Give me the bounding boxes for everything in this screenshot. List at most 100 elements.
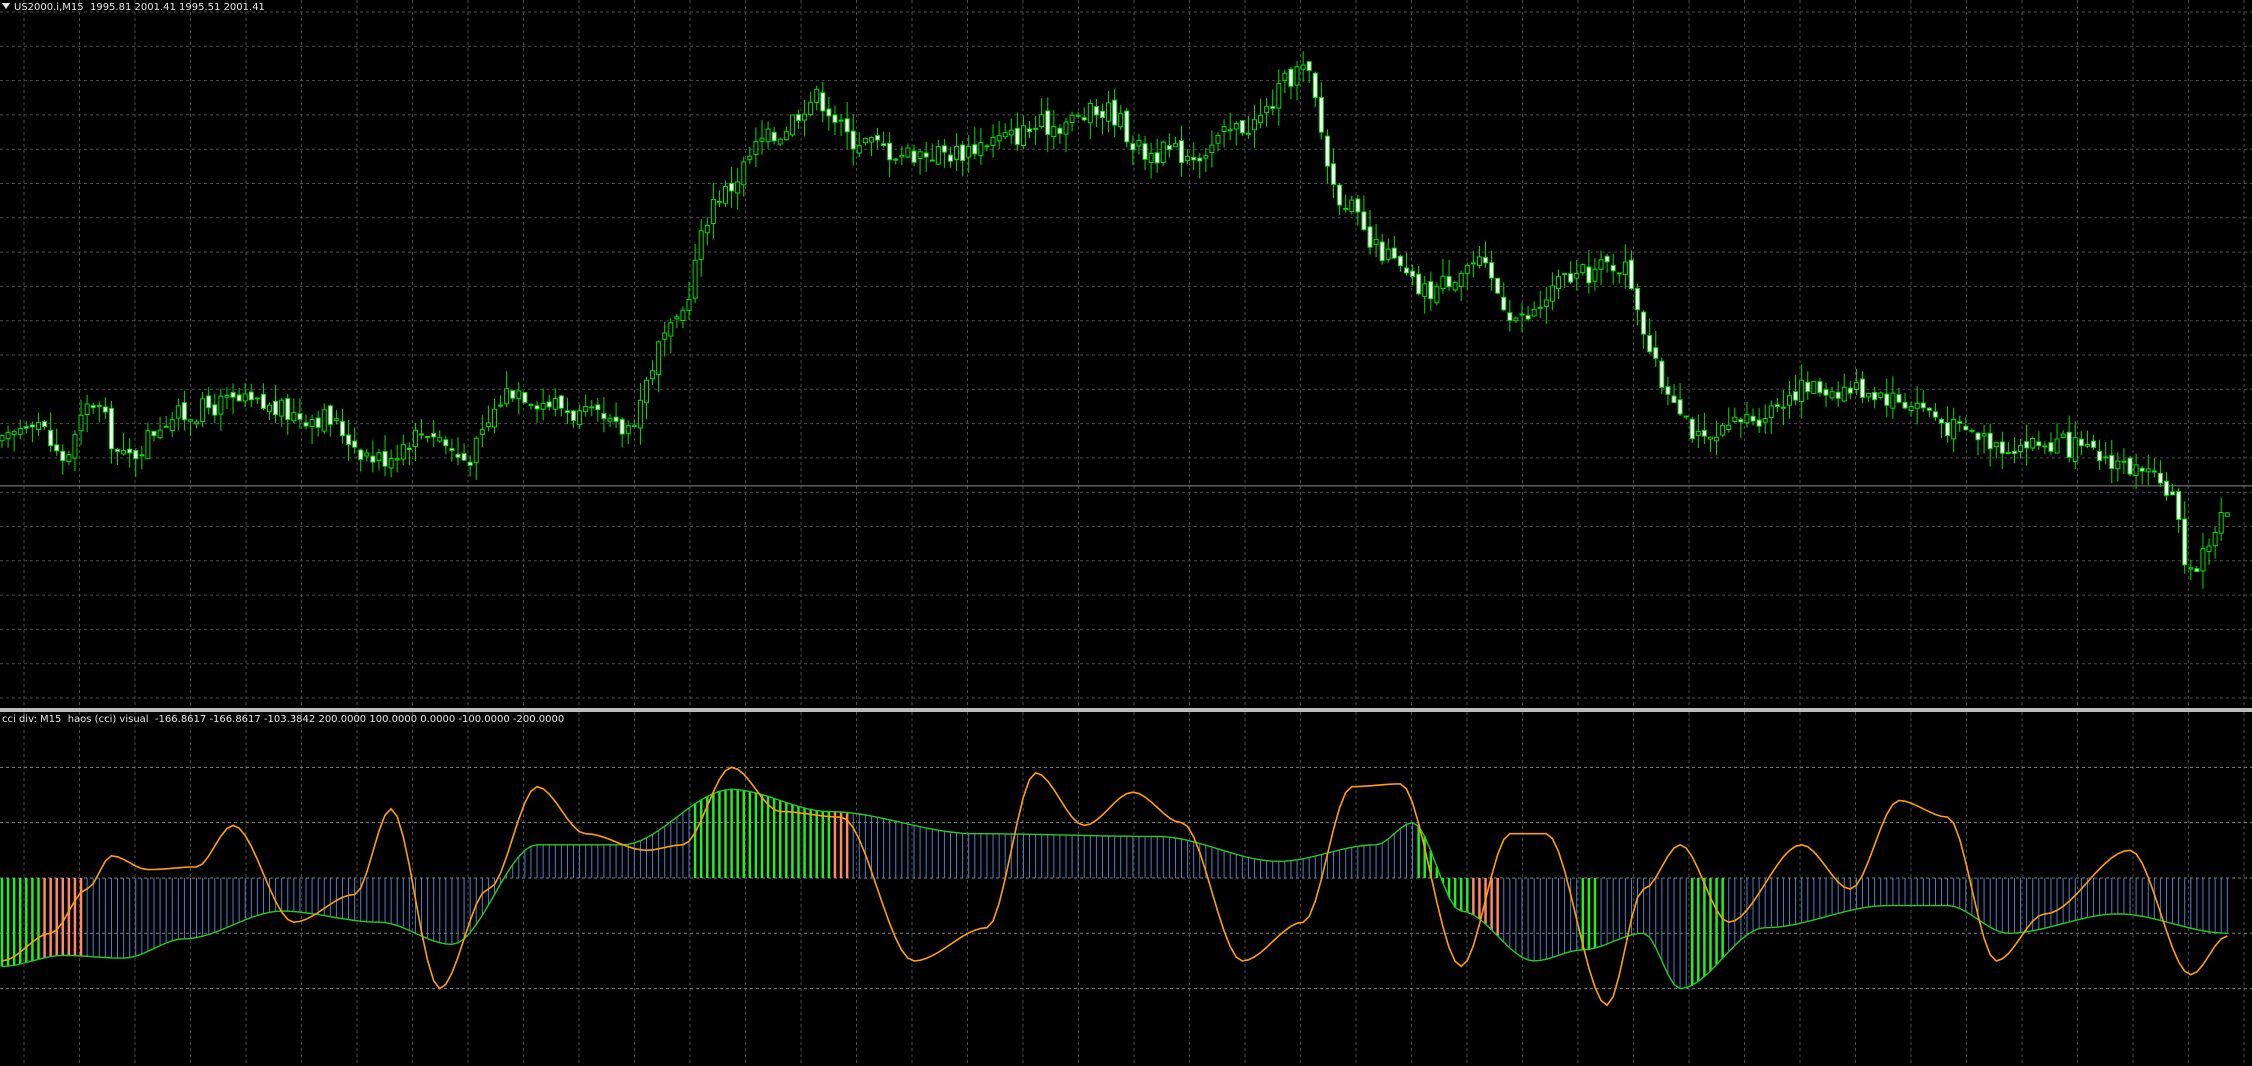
candlestick-chart <box>0 0 2252 708</box>
candle-body <box>583 405 589 413</box>
candle-body <box>1288 68 1294 87</box>
candle-body <box>127 448 133 454</box>
candle-body <box>66 454 72 463</box>
candle-body <box>96 404 102 407</box>
candle-body <box>90 405 96 409</box>
candle-body <box>1963 425 1969 431</box>
candle-body <box>692 259 698 299</box>
candle-body <box>2194 568 2200 573</box>
candle-body <box>1841 386 1847 402</box>
candles <box>0 51 2230 589</box>
candle-body <box>887 142 893 161</box>
candle-body <box>844 118 850 133</box>
candle-body <box>1489 262 1495 279</box>
candle-body <box>358 449 364 460</box>
candle-body <box>1884 393 1890 406</box>
candle-body <box>133 450 139 460</box>
candle-body <box>765 128 771 143</box>
candle-body <box>2121 460 2127 463</box>
candle-body <box>157 429 163 439</box>
candle-body <box>406 447 412 450</box>
candle-body <box>419 433 425 436</box>
candle-body <box>1744 413 1750 424</box>
candle-body <box>1501 296 1507 311</box>
candle-body <box>1920 402 1926 409</box>
candle-body <box>1555 276 1561 289</box>
candle-body <box>2018 445 2024 452</box>
candle-body <box>2182 518 2188 566</box>
candle-body <box>1811 380 1817 395</box>
collapse-triangle-icon <box>2 3 10 9</box>
signal-line <box>1 788 2228 990</box>
candle-body <box>2030 437 2036 449</box>
cci-histogram <box>0 789 2228 989</box>
candle-body <box>741 161 747 186</box>
candle-body <box>35 422 41 431</box>
candle-body <box>1677 399 1683 415</box>
candle-body <box>1014 127 1020 145</box>
indicator-pane[interactable]: cci div: M15 haos (cci) visual -166.8617… <box>0 712 2252 1066</box>
candle-body <box>1300 64 1306 70</box>
candle-body <box>72 433 78 459</box>
candle-body <box>1537 306 1543 309</box>
candle-body <box>2109 454 2115 469</box>
candle-body <box>1270 105 1276 109</box>
candle-body <box>1817 381 1823 394</box>
candle-body <box>698 230 704 260</box>
candle-body <box>729 182 735 192</box>
candle-body <box>388 458 394 469</box>
candle-body <box>650 370 656 380</box>
candle-body <box>1087 102 1093 124</box>
candle-body <box>838 119 844 122</box>
candle-body <box>1975 432 1981 441</box>
candle-body <box>716 200 722 204</box>
candle-body <box>2115 460 2121 470</box>
candle-body <box>1774 404 1780 408</box>
candle-body <box>1659 360 1665 388</box>
candle-body <box>1568 273 1574 283</box>
candle-body <box>1251 119 1257 131</box>
candle-body <box>1896 394 1902 403</box>
candle-body <box>2024 441 2030 449</box>
candle-body <box>1106 102 1112 122</box>
candle-body <box>1726 424 1732 430</box>
candle-body <box>808 101 814 116</box>
candle-body <box>1701 429 1707 437</box>
candle-body <box>321 409 327 432</box>
candle-body <box>1908 405 1914 411</box>
candle-body <box>42 421 48 427</box>
candle-body <box>1233 123 1239 130</box>
candle-body <box>11 431 17 436</box>
candle-body <box>710 199 716 225</box>
candle-body <box>145 430 151 460</box>
candle-body <box>2011 450 2017 455</box>
candle-body <box>1185 155 1191 162</box>
candle-body <box>747 155 753 161</box>
candle-body <box>2218 511 2224 534</box>
candle-body <box>674 316 680 320</box>
candle-body <box>723 185 729 204</box>
candle-body <box>60 450 66 462</box>
candle-body <box>212 404 218 416</box>
candle-body <box>169 419 175 431</box>
candle-body <box>2151 470 2157 473</box>
candle-body <box>1428 281 1434 300</box>
candle-body <box>1999 441 2005 454</box>
candle-body <box>108 407 114 450</box>
candle-body <box>783 131 789 141</box>
candle-body <box>1148 152 1154 163</box>
candle-body <box>279 399 285 417</box>
candle-body <box>631 424 637 428</box>
candle-body <box>382 450 388 467</box>
candle-body <box>1738 419 1744 423</box>
candle-body <box>1604 255 1610 263</box>
candle-body <box>905 147 911 158</box>
price-chart-pane[interactable]: US2000.i,M15 1995.81 2001.41 1995.51 200… <box>0 0 2252 708</box>
candle-body <box>425 436 431 439</box>
candle-body <box>1379 241 1385 262</box>
price-chart-title: US2000.i,M15 1995.81 2001.41 1995.51 200… <box>2 2 265 13</box>
candle-body <box>1045 110 1051 135</box>
candle-body <box>941 145 947 153</box>
candle-body <box>5 431 11 440</box>
candle-body <box>571 410 577 422</box>
